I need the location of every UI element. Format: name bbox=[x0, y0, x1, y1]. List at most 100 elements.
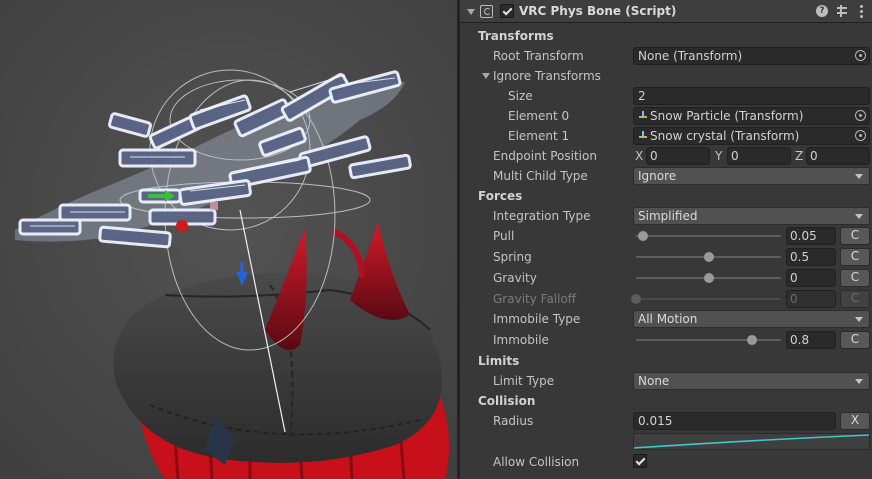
root-transform-row: Root Transform None (Transform) bbox=[460, 46, 872, 66]
element-0-value: Snow Particle (Transform) bbox=[650, 109, 804, 123]
endpoint-x-field[interactable]: 0 bbox=[646, 147, 710, 165]
radius-clear-button[interactable]: X bbox=[840, 412, 870, 430]
integration-type-row: Integration Type Simplified bbox=[460, 206, 872, 226]
chevron-down-icon bbox=[855, 379, 863, 384]
immobile-type-label: Immobile Type bbox=[493, 312, 581, 326]
foldout-arrow-icon[interactable] bbox=[467, 9, 475, 15]
scene-viewport[interactable] bbox=[0, 0, 457, 479]
spring-slider-thumb[interactable] bbox=[703, 252, 714, 262]
gizmo-x-handle[interactable] bbox=[176, 220, 188, 232]
chevron-down-icon bbox=[855, 317, 863, 322]
object-picker-icon[interactable] bbox=[855, 130, 866, 141]
component-header[interactable]: VRC Phys Bone (Script) ? bbox=[460, 0, 872, 23]
size-field[interactable]: 2 bbox=[633, 87, 870, 105]
immobile-slider[interactable] bbox=[636, 335, 781, 345]
section-collision: Collision bbox=[460, 391, 872, 411]
endpoint-position-row: Endpoint Position X 0 Y 0 Z 0 bbox=[460, 146, 872, 166]
element-1-field[interactable]: Snow crystal (Transform) bbox=[633, 127, 870, 145]
gravity-curve-button[interactable]: C bbox=[840, 269, 870, 287]
pull-label: Pull bbox=[493, 229, 515, 243]
component-enabled-checkbox[interactable] bbox=[500, 4, 514, 18]
gravity-falloff-slider-thumb bbox=[631, 294, 641, 304]
transform-icon bbox=[638, 131, 648, 141]
root-transform-label: Root Transform bbox=[493, 49, 584, 63]
element-0-field[interactable]: Snow Particle (Transform) bbox=[633, 107, 870, 125]
integration-type-label: Integration Type bbox=[493, 209, 591, 223]
radius-curve-preview[interactable] bbox=[633, 433, 870, 450]
endpoint-position-label: Endpoint Position bbox=[493, 149, 597, 163]
allow-collision-checkbox[interactable] bbox=[633, 454, 647, 468]
limit-type-row: Limit Type None bbox=[460, 371, 872, 391]
limit-type-dropdown[interactable]: None bbox=[633, 372, 870, 390]
foldout-arrow-icon[interactable] bbox=[482, 73, 490, 79]
transform-icon bbox=[638, 111, 648, 121]
radius-label: Radius bbox=[493, 414, 534, 428]
size-label: Size bbox=[508, 89, 533, 103]
immobile-row: Immobile 0.8 C bbox=[460, 330, 872, 350]
radius-curve-line bbox=[633, 434, 870, 449]
section-header-limits: Limits bbox=[478, 354, 520, 368]
multi-child-type-label: Multi Child Type bbox=[493, 169, 588, 183]
kebab-menu-icon[interactable] bbox=[856, 4, 866, 18]
integration-type-value: Simplified bbox=[638, 209, 698, 223]
element-1-label: Element 1 bbox=[508, 129, 570, 143]
section-header-forces: Forces bbox=[478, 189, 523, 203]
endpoint-z-label: Z bbox=[795, 149, 804, 163]
gravity-falloff-curve-button: C bbox=[840, 290, 870, 308]
gravity-slider[interactable] bbox=[636, 273, 781, 283]
immobile-slider-thumb[interactable] bbox=[747, 335, 757, 345]
chevron-down-icon bbox=[855, 214, 863, 219]
root-transform-field[interactable]: None (Transform) bbox=[633, 47, 870, 65]
section-limits: Limits bbox=[460, 351, 872, 371]
section-header-collision: Collision bbox=[478, 394, 536, 408]
scene-render bbox=[0, 0, 457, 479]
section-header-transforms: Transforms bbox=[478, 29, 554, 43]
limit-type-label: Limit Type bbox=[493, 374, 555, 388]
gravity-slider-thumb[interactable] bbox=[703, 273, 714, 283]
endpoint-y-field[interactable]: 0 bbox=[727, 147, 791, 165]
element-0-label: Element 0 bbox=[508, 109, 570, 123]
pull-value-field[interactable]: 0.05 bbox=[786, 227, 836, 245]
gravity-falloff-row: Gravity Falloff 0 C bbox=[460, 289, 872, 309]
gravity-falloff-slider bbox=[631, 294, 781, 304]
chevron-down-icon bbox=[855, 174, 863, 179]
integration-type-dropdown[interactable]: Simplified bbox=[633, 207, 870, 225]
immobile-type-dropdown[interactable]: All Motion bbox=[633, 310, 870, 328]
spring-label: Spring bbox=[493, 250, 532, 264]
gravity-label: Gravity bbox=[493, 271, 537, 285]
pull-curve-button[interactable]: C bbox=[840, 227, 870, 245]
radius-row: Radius 0.015 X bbox=[460, 411, 872, 431]
pull-slider-thumb[interactable] bbox=[638, 231, 649, 241]
component-title: VRC Phys Bone (Script) bbox=[519, 4, 677, 18]
endpoint-x-label: X bbox=[635, 149, 644, 163]
multi-child-type-dropdown[interactable]: Ignore bbox=[633, 167, 870, 185]
inspector-panel: VRC Phys Bone (Script) ? Transforms Root… bbox=[460, 0, 872, 479]
root-transform-value: None (Transform) bbox=[638, 49, 743, 63]
ignore-element-1-row: Element 1 Snow crystal (Transform) bbox=[460, 126, 872, 146]
pull-slider[interactable] bbox=[636, 231, 781, 241]
gravity-row: Gravity 0 C bbox=[460, 268, 872, 288]
endpoint-z-field[interactable]: 0 bbox=[806, 147, 870, 165]
preset-sliders-icon[interactable] bbox=[835, 4, 849, 18]
question-icon[interactable]: ? bbox=[816, 5, 828, 17]
limit-type-value: None bbox=[638, 374, 670, 388]
spring-curve-button[interactable]: C bbox=[840, 248, 870, 266]
multi-child-type-value: Ignore bbox=[638, 169, 677, 183]
object-picker-icon[interactable] bbox=[855, 110, 866, 121]
radius-field[interactable]: 0.015 bbox=[633, 412, 836, 430]
allow-collision-row: Allow Collision bbox=[460, 452, 872, 472]
spring-slider[interactable] bbox=[636, 252, 781, 262]
element-1-value: Snow crystal (Transform) bbox=[650, 129, 800, 143]
immobile-curve-button[interactable]: C bbox=[840, 331, 870, 349]
script-icon bbox=[480, 5, 493, 18]
gravity-falloff-value-field: 0 bbox=[786, 290, 836, 308]
endpoint-y-label: Y bbox=[715, 149, 723, 163]
spring-value-field[interactable]: 0.5 bbox=[786, 248, 836, 266]
multi-child-type-row: Multi Child Type Ignore bbox=[460, 166, 872, 186]
object-picker-icon[interactable] bbox=[855, 50, 866, 61]
pull-row: Pull 0.05 C bbox=[460, 226, 872, 246]
section-transforms: Transforms bbox=[460, 26, 872, 46]
ignore-transforms-row[interactable]: Ignore Transforms bbox=[460, 66, 872, 86]
gravity-value-field[interactable]: 0 bbox=[786, 269, 836, 287]
immobile-value-field[interactable]: 0.8 bbox=[786, 331, 836, 349]
